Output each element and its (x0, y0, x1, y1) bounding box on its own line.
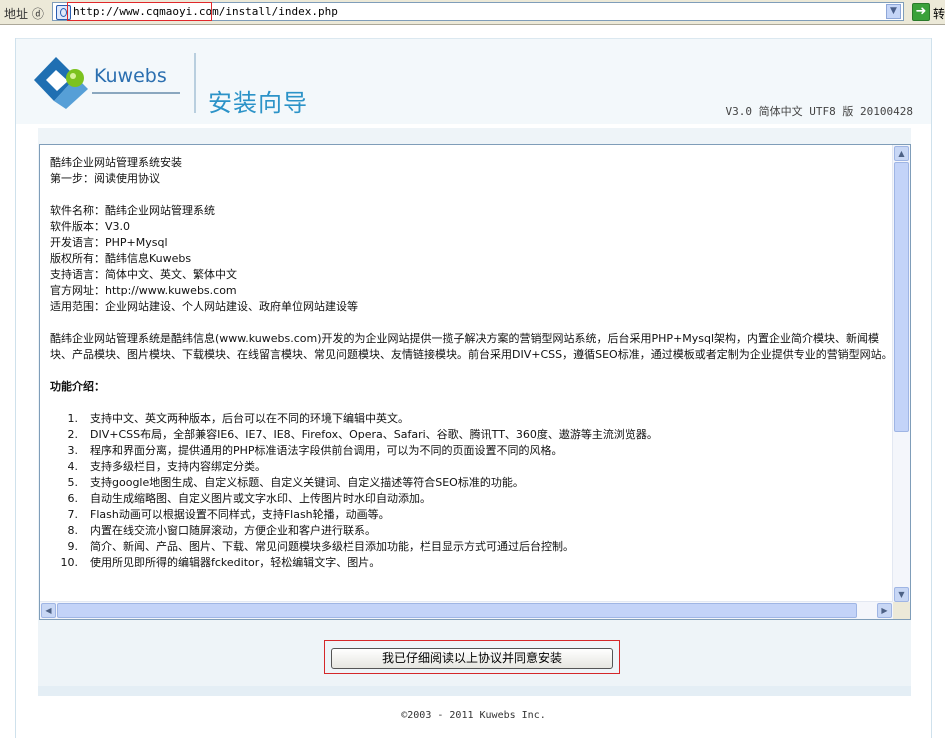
address-input[interactable]: http://www.cqmaoyi.com/install/index.php… (52, 2, 904, 21)
scroll-left-icon[interactable]: ◀ (41, 603, 56, 618)
address-bar: 地址 ⓓ http://www.cqmaoyi.com/install/inde… (0, 0, 945, 25)
description: 酷纬企业网站管理系统是酷纬信息(www.kuwebs.com)开发的为企业网站提… (50, 332, 893, 361)
version-info: V3.0 简体中文 UTF8 版 20100428 (725, 105, 913, 118)
address-label: 地址 ⓓ (4, 7, 44, 21)
list-item: 3. 程序和界面分离，提供通用的PHP标准语法字段供前台调用，可以为不同的页面设置… (67, 444, 563, 457)
list-item: 4. 支持多级栏目，支持内容绑定分类。 (67, 460, 267, 473)
header: Kuwebs 安装向导 V3.0 简体中文 UTF8 版 20100428 (16, 38, 931, 124)
agree-button-highlight: 我已仔细阅读以上协议并同意安装 (324, 640, 620, 674)
intro-line: 第一步：阅读使用协议 (50, 172, 160, 185)
agreement-textarea[interactable]: 酷纬企业网站管理系统安装 第一步：阅读使用协议 软件名称：酷纬企业网站管理系统 … (39, 144, 911, 620)
page-title: 安装向导 (208, 89, 308, 117)
content-panel: 酷纬企业网站管理系统安装 第一步：阅读使用协议 软件名称：酷纬企业网站管理系统 … (38, 128, 911, 686)
list-item: 5. 支持google地图生成、自定义标题、自定义关键词、自定义描述等符合SEO标… (67, 476, 524, 489)
info-line: 软件名称：酷纬企业网站管理系统 (50, 204, 215, 217)
install-wizard: Kuwebs 安装向导 V3.0 简体中文 UTF8 版 20100428 酷纬… (15, 38, 932, 738)
features-heading: 功能介绍： (50, 380, 105, 393)
header-divider (194, 53, 196, 113)
info-line: 适用范围：企业网站建设、个人网站建设、政府单位网站建设等 (50, 300, 358, 313)
scroll-down-icon[interactable]: ▼ (894, 587, 909, 602)
vertical-scrollbar[interactable]: ▲ ▼ (892, 145, 910, 603)
list-item: 1. 支持中文、英文两种版本，后台可以在不同的环境下编辑中英文。 (67, 412, 410, 425)
list-item: 9. 简介、新闻、产品、图片、下载、常见问题模块多级栏目添加功能，栏目显示方式可通… (67, 540, 575, 553)
info-line: 支持语言：简体中文、英文、繁体中文 (50, 268, 237, 281)
info-line: 官方网址：http://www.kuwebs.com (50, 284, 237, 297)
scrollbar-corner (893, 602, 910, 619)
copyright: ©2003 - 2011 Kuwebs Inc. (401, 710, 546, 721)
info-line: 软件版本：V3.0 (50, 220, 131, 233)
feature-list: 1. 支持中文、英文两种版本，后台可以在不同的环境下编辑中英文。 2. DIV+CS… (50, 411, 895, 571)
list-item: 7. Flash动画可以根据设置不同样式，支持Flash轮播，动画等。 (67, 508, 390, 521)
list-item: 6. 自动生成缩略图、自定义图片或文字水印、上传图片时水印自动添加。 (67, 492, 432, 505)
info-line: 开发语言：PHP+Mysql (50, 236, 168, 249)
url-highlight-box (67, 2, 212, 21)
scroll-up-icon[interactable]: ▲ (894, 146, 909, 161)
intro-line: 酷纬企业网站管理系统安装 (50, 156, 182, 169)
chevron-down-icon[interactable]: ▼ (886, 4, 901, 19)
list-item: 2. DIV+CSS布局，全部兼容IE6、IE7、IE8、Firefox、Oper… (67, 428, 658, 441)
brand-name: Kuwebs (94, 65, 167, 87)
go-arrow-icon[interactable]: ➜ (912, 3, 930, 21)
horizontal-scroll-thumb[interactable] (57, 603, 857, 618)
list-item: 8. 内置在线交流小窗口随屏滚动，方便企业和客户进行联系。 (67, 524, 377, 537)
agree-install-button[interactable]: 我已仔细阅读以上协议并同意安装 (331, 648, 613, 669)
brand-underline (92, 92, 180, 94)
list-item: 10. 使用所见即所得的编辑器fckeditor，轻松编辑文字、图片。 (60, 556, 381, 569)
scroll-right-icon[interactable]: ▶ (877, 603, 892, 618)
footer-bar (38, 686, 911, 696)
info-line: 版权所有：酷纬信息Kuwebs (50, 252, 192, 265)
go-label[interactable]: 转 (933, 5, 945, 22)
vertical-scroll-thumb[interactable] (894, 162, 909, 432)
kuwebs-logo-icon (34, 57, 88, 109)
agreement-text: 酷纬企业网站管理系统安装 第一步：阅读使用协议 软件名称：酷纬企业网站管理系统 … (50, 155, 895, 571)
horizontal-scrollbar[interactable]: ◀ ▶ (40, 601, 893, 619)
